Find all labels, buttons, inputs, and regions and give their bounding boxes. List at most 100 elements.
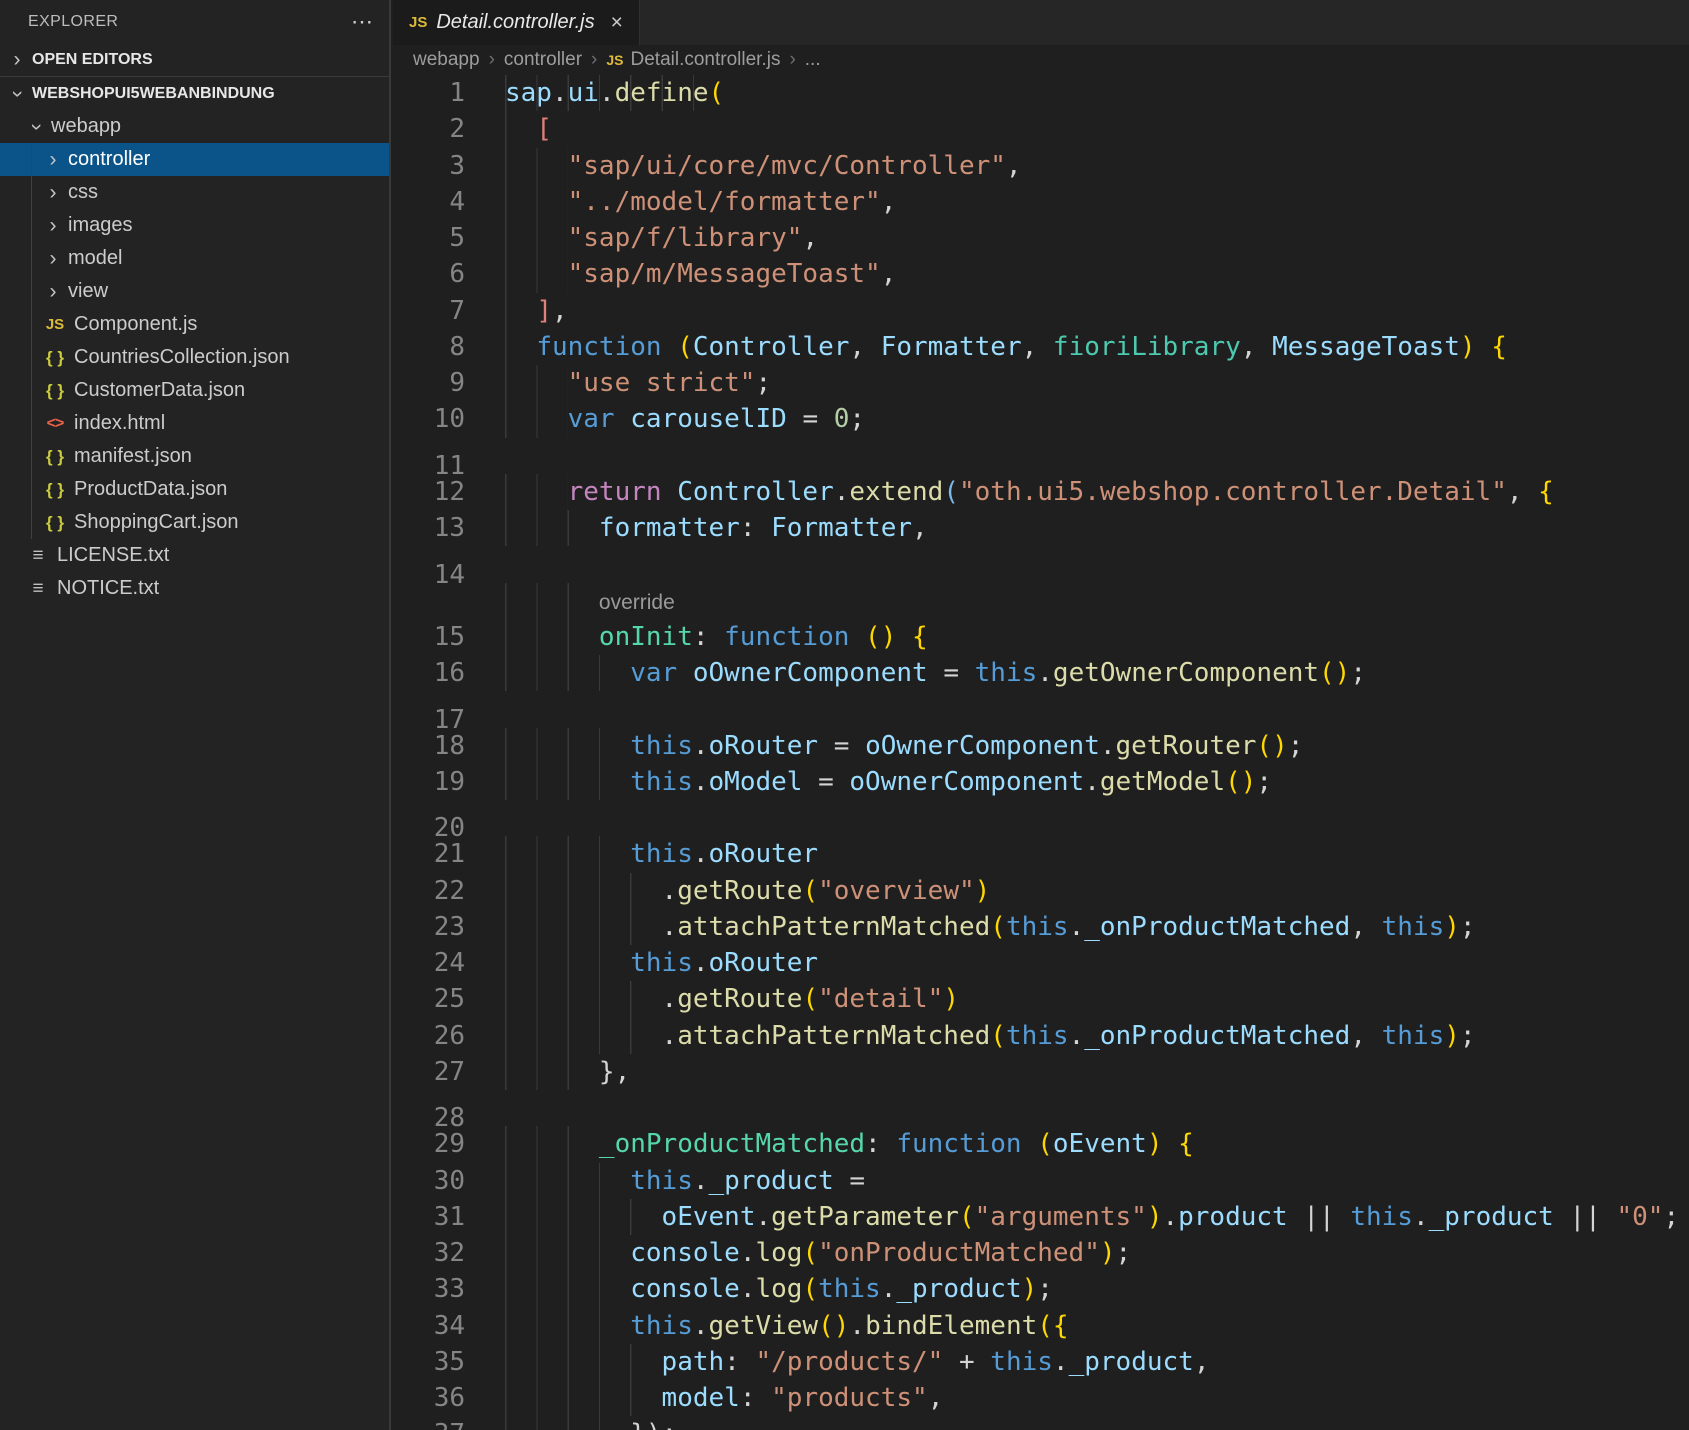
code-token: { — [912, 622, 928, 652]
code-line[interactable]: 27 }, — [393, 1054, 1689, 1090]
code-token: console — [630, 1274, 740, 1304]
code-token: ; — [662, 1419, 678, 1430]
code-line[interactable]: 1sap.ui.define( — [393, 75, 1689, 111]
code-token: = — [834, 1166, 865, 1196]
code-line[interactable]: 37 }); — [393, 1416, 1689, 1430]
code-line[interactable]: 20 — [393, 800, 1689, 836]
breadcrumb-item[interactable]: controller — [504, 49, 582, 71]
tree-item-css[interactable]: ›css — [0, 176, 389, 209]
code-line[interactable]: 28 — [393, 1090, 1689, 1126]
tree-item-productdata-json[interactable]: { }ProductData.json — [0, 473, 389, 506]
code-line[interactable]: 6 "sap/m/MessageToast", — [393, 256, 1689, 292]
line-number: 10 — [393, 401, 465, 437]
code-token: . — [599, 78, 615, 108]
code-line[interactable]: 3 "sap/ui/core/mvc/Controller", — [393, 148, 1689, 184]
tree-item-index-html[interactable]: <>index.html — [0, 407, 389, 440]
breadcrumb-item[interactable]: ... — [805, 49, 821, 71]
code-token: . — [740, 1238, 756, 1268]
code-token: . — [1053, 1347, 1069, 1377]
code-line[interactable]: 31 oEvent.getParameter("arguments").prod… — [393, 1199, 1689, 1235]
code-token: oOwnerComponent — [849, 767, 1084, 797]
tree-item-countriescollection-json[interactable]: { }CountriesCollection.json — [0, 341, 389, 374]
code-line[interactable]: 22 .getRoute("overview") — [393, 873, 1689, 909]
code-line[interactable]: 10 var carouselID = 0; — [393, 401, 1689, 437]
code-line[interactable]: 33 console.log(this._product); — [393, 1271, 1689, 1307]
code-token: product — [1178, 1202, 1288, 1232]
code-token: { — [1538, 477, 1554, 507]
line-number: 8 — [393, 329, 465, 365]
code-line[interactable]: 12 return Controller.extend("oth.ui5.web… — [393, 474, 1689, 510]
code-line[interactable]: 15 onInit: function () { — [393, 619, 1689, 655]
code-token: oOwnerComponent — [693, 658, 928, 688]
code-token: _product — [709, 1166, 834, 1196]
code-token: ) — [975, 876, 991, 906]
code-token: . — [693, 948, 709, 978]
code-token: ; — [1116, 1238, 1132, 1268]
tree-item-notice-txt[interactable]: ≡NOTICE.txt — [0, 572, 389, 605]
code-token: this — [818, 1274, 881, 1304]
code-line[interactable]: 8 function (Controller, Formatter, fiori… — [393, 329, 1689, 365]
code-line[interactable]: 17 — [393, 691, 1689, 727]
code-token: ( — [802, 876, 818, 906]
code-line[interactable]: 9 "use strict"; — [393, 365, 1689, 401]
code-line[interactable]: 30 this._product = — [393, 1163, 1689, 1199]
code-line[interactable]: 11 — [393, 438, 1689, 474]
tree-item-shoppingcart-json[interactable]: { }ShoppingCart.json — [0, 506, 389, 539]
code-token: return — [568, 477, 662, 507]
tree-item-customerdata-json[interactable]: { }CustomerData.json — [0, 374, 389, 407]
code-token: . — [1084, 767, 1100, 797]
code-token: "/products/" — [755, 1347, 943, 1377]
code-line[interactable]: 18 this.oRouter = oOwnerComponent.getRou… — [393, 728, 1689, 764]
code-line[interactable]: 2 [ — [393, 111, 1689, 147]
codelens-override[interactable]: override — [599, 591, 675, 614]
line-number: 4 — [393, 184, 465, 220]
code-token: "0" — [1616, 1202, 1663, 1232]
code-token: ( — [990, 912, 1006, 942]
code-token: oRouter — [709, 948, 819, 978]
tree-item-model[interactable]: ›model — [0, 242, 389, 275]
code-line[interactable]: 16 var oOwnerComponent = this.getOwnerCo… — [393, 655, 1689, 691]
tree-item-view[interactable]: ›view — [0, 275, 389, 308]
code-token: "overview" — [818, 876, 975, 906]
code-line[interactable]: 14 — [393, 546, 1689, 582]
code-line[interactable]: 4 "../model/formatter", — [393, 184, 1689, 220]
tab-detail-controller[interactable]: JS Detail.controller.js × — [393, 0, 640, 45]
more-actions-icon[interactable]: ⋯ — [351, 17, 375, 27]
code-line[interactable]: 32 console.log("onProductMatched"); — [393, 1235, 1689, 1271]
code-line[interactable]: 25 .getRoute("detail") — [393, 981, 1689, 1017]
breadcrumb-item[interactable]: Detail.controller.js — [631, 49, 781, 71]
close-icon[interactable]: × — [611, 11, 623, 35]
section-project-root[interactable]: › WEBSHOPUI5WEBANBINDUNG — [0, 77, 389, 110]
code-token: attachPatternMatched — [677, 1021, 990, 1051]
tree-item-controller[interactable]: ›controller — [0, 143, 389, 176]
code-line[interactable]: 23 .attachPatternMatched(this._onProduct… — [393, 909, 1689, 945]
code-line[interactable]: 29 _onProductMatched: function (oEvent) … — [393, 1126, 1689, 1162]
tree-item-license-txt[interactable]: ≡LICENSE.txt — [0, 539, 389, 572]
tree-item-component-js[interactable]: JSComponent.js — [0, 308, 389, 341]
tab-title: Detail.controller.js — [436, 11, 594, 34]
section-open-editors[interactable]: › OPEN EDITORS — [0, 44, 389, 77]
tree-item-images[interactable]: ›images — [0, 209, 389, 242]
tree-item-label: css — [68, 181, 98, 204]
tree-item-label: ShoppingCart.json — [74, 511, 239, 534]
codelens-row[interactable]: override — [393, 583, 1689, 619]
tree-indent-guide — [31, 143, 32, 539]
code-editor[interactable]: 1sap.ui.define(2 [3 "sap/ui/core/mvc/Con… — [393, 75, 1689, 1430]
code-line[interactable]: 7 ], — [393, 293, 1689, 329]
code-line[interactable]: 19 this.oModel = oOwnerComponent.getMode… — [393, 764, 1689, 800]
code-line[interactable]: 5 "sap/f/library", — [393, 220, 1689, 256]
code-line[interactable]: 21 this.oRouter — [393, 836, 1689, 872]
tree-item-manifest-json[interactable]: { }manifest.json — [0, 440, 389, 473]
breadcrumb-item[interactable]: webapp — [413, 49, 480, 71]
code-line[interactable]: 13 formatter: Formatter, — [393, 510, 1689, 546]
code-line[interactable]: 34 this.getView().bindElement({ — [393, 1308, 1689, 1344]
code-line[interactable]: 24 this.oRouter — [393, 945, 1689, 981]
code-line[interactable]: 26 .attachPatternMatched(this._onProduct… — [393, 1018, 1689, 1054]
line-number: 37 — [393, 1416, 465, 1430]
code-token: ) — [1444, 912, 1460, 942]
tree-item-webapp[interactable]: ›webapp — [0, 110, 389, 143]
code-token: getOwnerComponent — [1053, 658, 1319, 688]
code-token: () — [1319, 658, 1350, 688]
code-line[interactable]: 35 path: "/products/" + this._product, — [393, 1344, 1689, 1380]
code-line[interactable]: 36 model: "products", — [393, 1380, 1689, 1416]
